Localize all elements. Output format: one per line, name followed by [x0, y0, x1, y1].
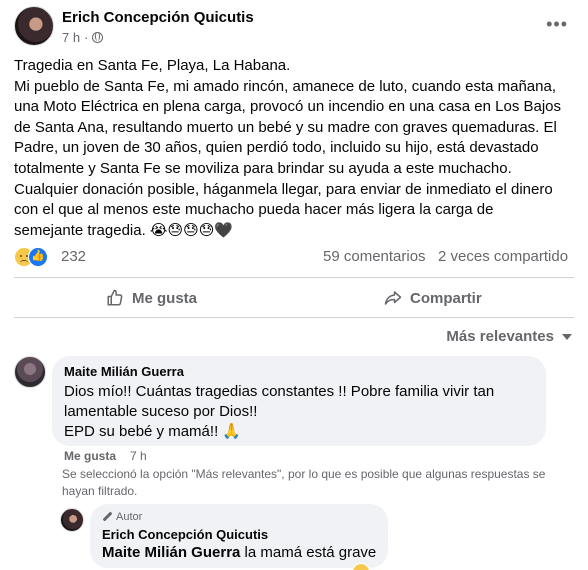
post-line: Tragedia en Santa Fe, Playa, La Habana. [14, 57, 291, 74]
reply-avatar[interactable] [60, 508, 84, 532]
post-header: Erich Concepción Quicutis 7 h · ••• [14, 6, 574, 50]
comment-line: EPD su bebé y mamá!! 🙏 [64, 423, 242, 440]
comment-count-link[interactable]: 59 comentarios [323, 248, 426, 265]
post-line: semejante tragedia. 😭😓😓😓🖤 [14, 221, 234, 239]
filter-notice-line: Se seleccionó la opción "Más relevantes"… [62, 467, 546, 481]
like-button[interactable]: Me gusta [106, 288, 197, 308]
post-line: una Moto Eléctrica en plena carga, provo… [14, 98, 562, 116]
comment-sort-dropdown[interactable]: Más relevantes [446, 328, 572, 345]
post-line: Padre, un joven de 30 años, quien perdió… [14, 139, 539, 157]
post-line: Cualquier donación posible, háganmela ll… [14, 180, 553, 198]
divider [14, 277, 574, 278]
commenter-name[interactable]: Maite Milián Guerra [64, 364, 534, 379]
comment-like-link[interactable]: Me gusta [64, 449, 116, 463]
like-button-label: Me gusta [132, 289, 198, 307]
filter-notice-line: hayan filtrado. [62, 483, 138, 498]
author-name[interactable]: Erich Concepción Quicutis [62, 9, 254, 26]
sort-label: Más relevantes [446, 328, 554, 345]
filter-notice: Se seleccionó la opción "Más relevantes"… [62, 466, 578, 499]
like-icon: 👍 [28, 247, 48, 267]
post-line: de Santa Ana, resultando muerto un bebé … [14, 118, 557, 136]
author-badge: Autor [102, 511, 376, 523]
pencil-icon [102, 512, 112, 522]
comment-line: lamentable suceso por Dios!! [64, 403, 258, 420]
mention-link[interactable]: Maite Milián Guerra [102, 544, 240, 561]
post-time[interactable]: 7 h [62, 30, 80, 45]
reply-message: la mamá está grave [240, 544, 377, 561]
comment-line: Dios mío!! Cuántas tragedias constantes … [64, 383, 495, 400]
thumbs-up-icon [107, 289, 123, 306]
share-icon [384, 291, 402, 305]
share-count-link[interactable]: 2 veces compartido [438, 248, 568, 265]
post-line: totalmente y Santa Fe se moviliza para b… [14, 159, 512, 177]
author-avatar[interactable] [14, 6, 54, 46]
reactions-summary: 👍 232 59 comentarios 2 veces compartido [14, 246, 574, 268]
comment-text: Dios mío!! Cuántas tragedias constantes … [64, 382, 534, 442]
chevron-down-icon [562, 333, 572, 340]
more-options-button[interactable]: ••• [546, 14, 568, 35]
post-line: Mi pueblo de Santa Fe, mi amado rincón, … [14, 77, 556, 95]
comment-bubble: Maite Milián Guerra Dios mío!! Cuántas t… [52, 356, 546, 446]
commenter-avatar[interactable] [14, 356, 46, 388]
post-line: con el que al menos este muchacho pueda … [14, 201, 494, 219]
reply-bubble: Autor Erich Concepción Quicutis Maite Mi… [90, 504, 388, 568]
reply-author-name[interactable]: Erich Concepción Quicutis [102, 527, 376, 542]
share-button-label: Compartir [410, 289, 482, 307]
meta-separator: · [84, 30, 89, 45]
share-button[interactable]: Compartir [384, 288, 482, 308]
globe-icon [92, 32, 104, 43]
comment-time[interactable]: 7 h [130, 449, 147, 463]
comment-actions: Me gusta 7 h [64, 449, 147, 463]
reaction-icons[interactable]: 👍 [14, 247, 54, 267]
reply-text: Maite Milián Guerra la mamá está grave [102, 544, 376, 561]
author-badge-label: Autor [116, 511, 143, 523]
post-meta: 7 h · [62, 30, 104, 45]
post-text: Tragedia en Santa Fe, Playa, La Habana. … [14, 56, 576, 241]
divider [14, 317, 574, 318]
reaction-count[interactable]: 232 [61, 248, 86, 265]
